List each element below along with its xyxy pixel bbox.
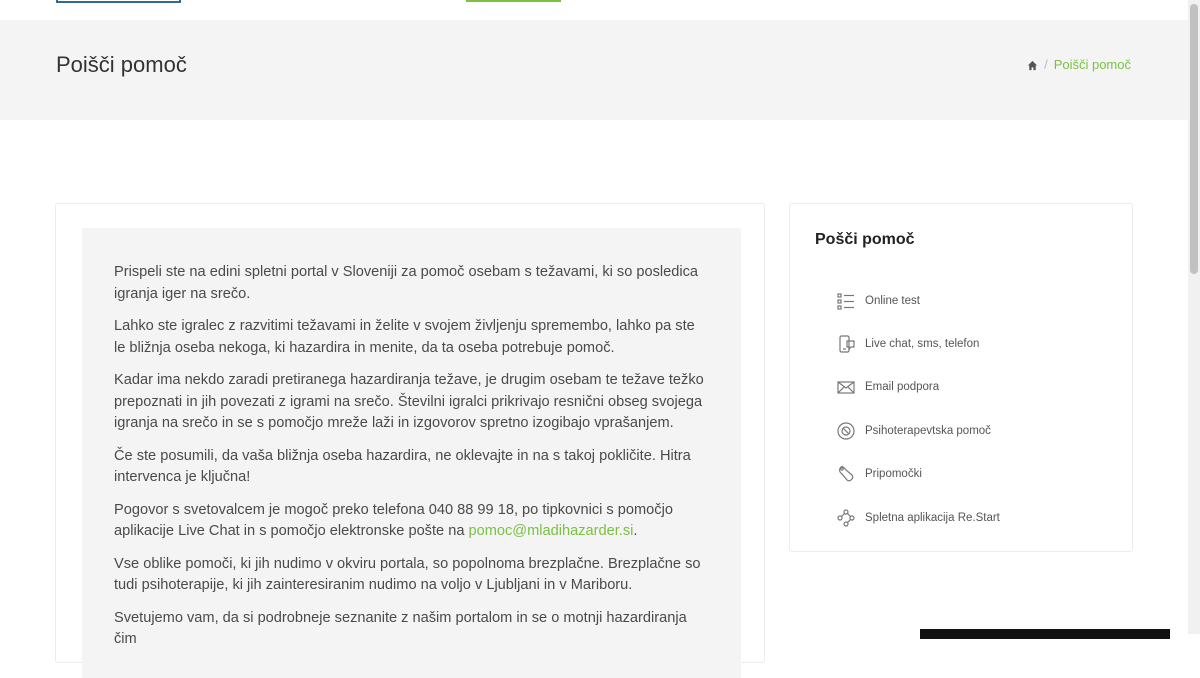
breadcrumb: / Poišči pomoč [1027, 57, 1131, 72]
contact-text-end: . [633, 523, 638, 539]
paragraph-intro: Prispeli ste na edini spletni portal v S… [114, 264, 699, 302]
content-box: Prispeli ste na edini spletni portal v S… [82, 228, 741, 678]
paragraph-urgency: Če ste posumili, da vaša bližnja oseba h… [114, 447, 691, 486]
paragraph-contact: Pogovor s svetovalcem je mogoč preko tel… [114, 500, 709, 543]
sidebar-item-label: Online test [865, 294, 920, 307]
sidebar-item-restart-app[interactable]: Spletna aplikacija Re.Start [836, 496, 1000, 539]
therapy-icon [836, 421, 856, 441]
main-content-card: Prispeli ste na edini spletni portal v S… [55, 203, 765, 678]
sidebar-title: Pošči pomoč [815, 231, 915, 248]
sidebar-item-label: Pripomočki [865, 468, 922, 481]
sidebar-item-label: Psihoterapevtska pomoč [865, 424, 991, 437]
sidebar-item-therapy[interactable]: Psihoterapevtska pomoč [836, 409, 1000, 452]
breadcrumb-separator: / [1044, 57, 1048, 72]
sidebar-item-email[interactable]: Email podpora [836, 366, 1000, 409]
help-options-list: Online test Live chat, sms, telefon Emai… [836, 279, 1000, 539]
checklist-icon [836, 291, 856, 311]
sidebar-item-label: Email podpora [865, 381, 940, 394]
page-scrollbar[interactable] [1188, 0, 1200, 634]
page-title: Poišči pomoč [56, 52, 187, 77]
network-icon [836, 508, 856, 528]
sidebar-item-live-chat[interactable]: Live chat, sms, telefon [836, 322, 1000, 365]
paragraph-who: Lahko ste igralec z razvitimi težavami i… [114, 318, 695, 356]
paragraph-recognition: Kadar ima nekdo zaradi pretiranega hazar… [114, 372, 704, 431]
sidebar-item-tools[interactable]: Pripomočki [836, 453, 1000, 496]
hand-tool-icon [836, 464, 856, 484]
top-navigation [0, 0, 1188, 20]
active-nav-indicator[interactable] [466, 0, 561, 2]
logo-edge[interactable] [56, 0, 181, 3]
envelope-icon [836, 377, 856, 397]
sidebar-item-label: Live chat, sms, telefon [865, 338, 980, 351]
sidebar-item-label: Spletna aplikacija Re.Start [865, 511, 1000, 524]
email-link[interactable]: pomoc@mladihazarder.si [469, 523, 634, 539]
breadcrumb-current: Poišči pomoč [1053, 57, 1131, 72]
home-icon[interactable] [1027, 59, 1038, 71]
phone-chat-icon [836, 334, 856, 354]
paragraph-advice: Svetujemo vam, da si podrobneje seznanit… [114, 609, 687, 648]
sidebar-item-online-test[interactable]: Online test [836, 279, 1000, 322]
page-header: Poišči pomoč / Poišči pomoč [0, 20, 1188, 120]
cookie-bar-edge[interactable] [920, 629, 1170, 639]
scrollbar-thumb[interactable] [1190, 4, 1198, 274]
paragraph-free: Vse oblike pomoči, ki jih nudimo v okvir… [114, 555, 701, 594]
help-sidebar: Pošči pomoč Online test Live chat, sms, … [789, 203, 1133, 552]
